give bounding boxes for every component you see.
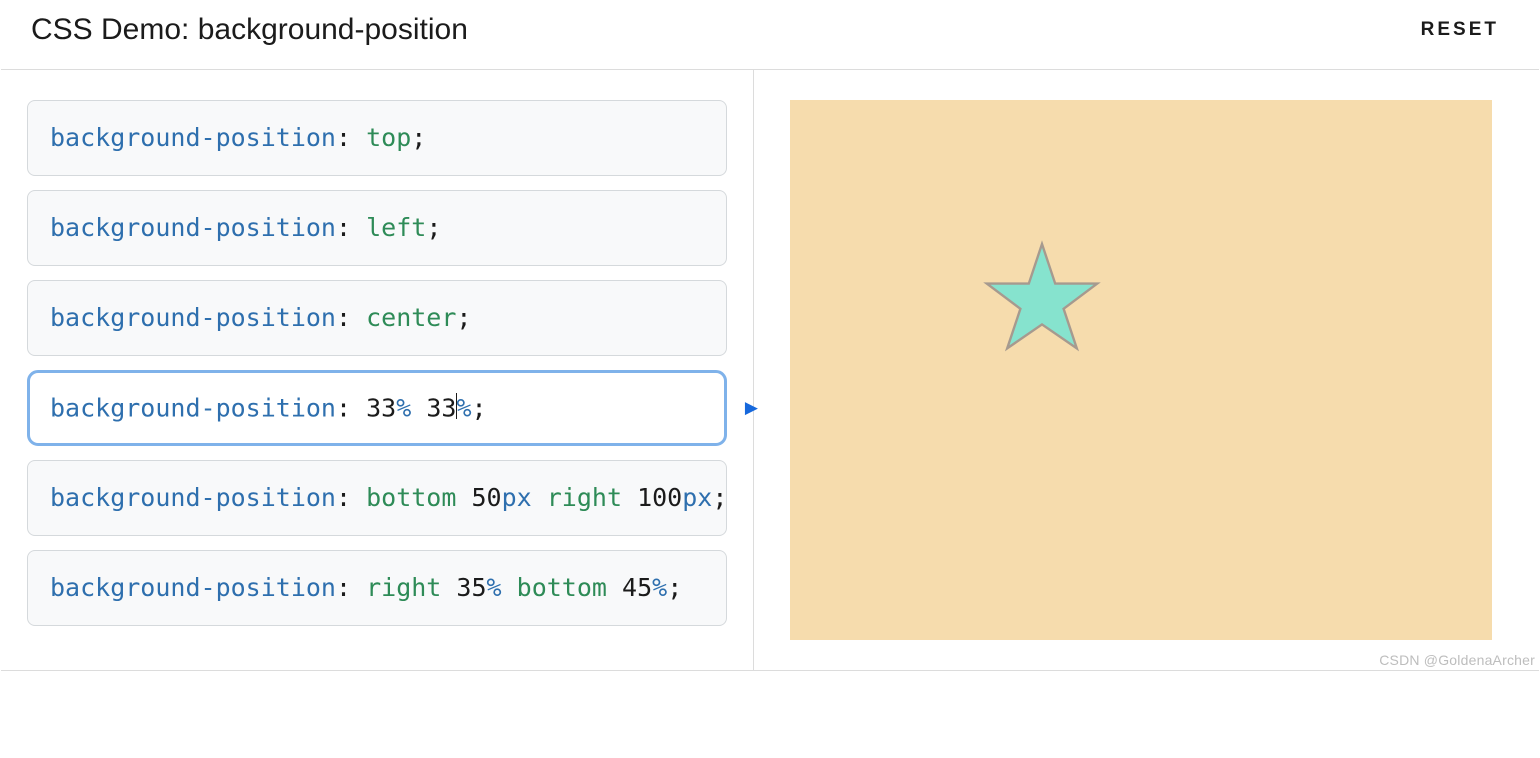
option-wrap: background-position: 33% 33%;▶: [27, 370, 727, 446]
example-option[interactable]: background-position: bottom 50px right 1…: [27, 460, 727, 536]
colon: :: [336, 393, 366, 422]
example-option[interactable]: background-position: left;: [27, 190, 727, 266]
css-property: background-position: [50, 573, 336, 602]
example-option[interactable]: background-position: top;: [27, 100, 727, 176]
css-value-number: 100: [637, 483, 682, 512]
css-property: background-position: [50, 483, 336, 512]
demo-body: background-position: top;background-posi…: [1, 70, 1539, 671]
css-demo-container: CSS Demo: background-position RESET back…: [0, 0, 1540, 672]
option-wrap: background-position: right 35% bottom 45…: [27, 550, 727, 626]
preview-star: [982, 238, 1102, 358]
css-value-unit: %: [396, 393, 411, 422]
css-value-number: 33: [426, 393, 456, 422]
css-value-number: 35: [456, 573, 486, 602]
css-value-number: 45: [622, 573, 652, 602]
css-value-unit: %: [456, 393, 471, 422]
css-value-keyword: right: [547, 483, 622, 512]
semicolon: ;: [712, 483, 727, 512]
example-option[interactable]: background-position: right 35% bottom 45…: [27, 550, 727, 626]
css-property: background-position: [50, 393, 336, 422]
css-property: background-position: [50, 303, 336, 332]
option-wrap: background-position: top;: [27, 100, 727, 176]
css-value-keyword: left: [366, 213, 426, 242]
css-value-unit: px: [502, 483, 532, 512]
colon: :: [336, 123, 366, 152]
colon: :: [336, 303, 366, 332]
css-value-number: 50: [471, 483, 501, 512]
option-wrap: background-position: bottom 50px right 1…: [27, 460, 727, 536]
css-property: background-position: [50, 123, 336, 152]
css-value-keyword: center: [366, 303, 456, 332]
semicolon: ;: [411, 123, 426, 152]
css-value-keyword: right: [366, 573, 441, 602]
css-value-keyword: bottom: [517, 573, 607, 602]
example-option[interactable]: background-position: 33% 33%;: [27, 370, 727, 446]
colon: :: [336, 213, 366, 242]
page-title: CSS Demo: background-position: [31, 13, 468, 47]
css-property: background-position: [50, 213, 336, 242]
watermark: CSDN @GoldenaArcher: [1379, 652, 1535, 668]
option-wrap: background-position: left;: [27, 190, 727, 266]
options-pane: background-position: top;background-posi…: [1, 70, 754, 670]
css-value-keyword: top: [366, 123, 411, 152]
preview-pane: CSDN @GoldenaArcher: [754, 70, 1539, 670]
semicolon: ;: [456, 303, 471, 332]
semicolon: ;: [426, 213, 441, 242]
semicolon: ;: [667, 573, 682, 602]
colon: :: [336, 483, 366, 512]
css-value-number: 33: [366, 393, 396, 422]
preview-box: [790, 100, 1492, 640]
css-value-keyword: bottom: [366, 483, 456, 512]
semicolon: ;: [472, 393, 487, 422]
colon: :: [336, 573, 366, 602]
demo-header: CSS Demo: background-position RESET: [1, 1, 1539, 70]
example-option[interactable]: background-position: center;: [27, 280, 727, 356]
css-value-unit: px: [682, 483, 712, 512]
css-value-unit: %: [652, 573, 667, 602]
option-wrap: background-position: center;: [27, 280, 727, 356]
reset-button[interactable]: RESET: [1411, 13, 1509, 47]
css-value-unit: %: [487, 573, 502, 602]
